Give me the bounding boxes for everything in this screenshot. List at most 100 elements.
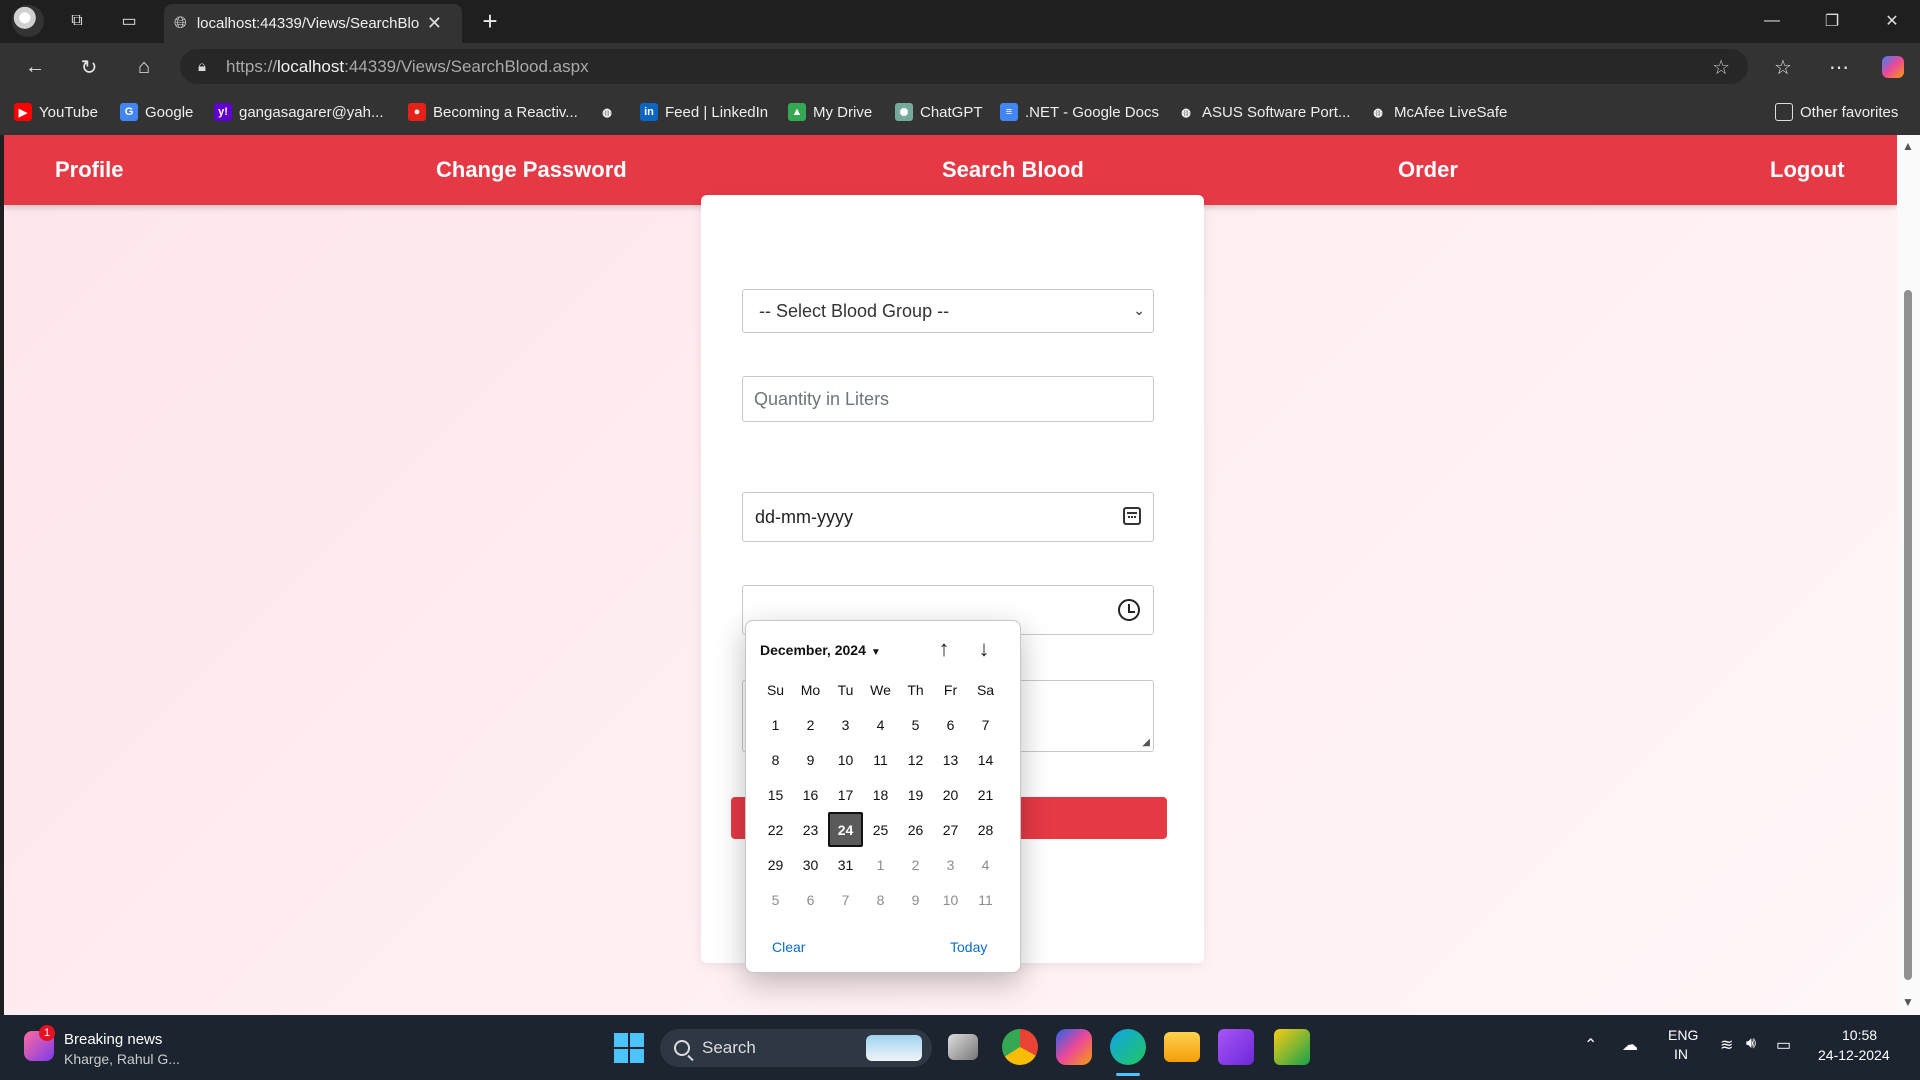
calendar-day[interactable]: 23: [793, 812, 828, 847]
favorite-item-6[interactable]: ▲ My Drive: [788, 101, 872, 123]
calendar-day[interactable]: 21: [968, 777, 1003, 812]
workspaces-icon[interactable]: ⧉: [59, 3, 95, 39]
favorite-item-9[interactable]: ◍ ASUS Software Port...: [1177, 101, 1350, 123]
favorite-item-0[interactable]: ▶ YouTube: [14, 101, 98, 123]
favorite-item-8[interactable]: ≡ .NET - Google Docs: [1000, 101, 1159, 123]
calendar-day[interactable]: 15: [758, 777, 793, 812]
calendar-day[interactable]: 26: [898, 812, 933, 847]
battery-icon[interactable]: ▭: [1776, 1035, 1791, 1055]
language-top[interactable]: ENG: [1668, 1027, 1698, 1043]
taskbar-search-box[interactable]: Search: [660, 1029, 932, 1067]
favorite-item-1[interactable]: G Google: [120, 101, 193, 123]
calendar-day[interactable]: 9: [793, 742, 828, 777]
nav-change-password-link[interactable]: Change Password: [436, 157, 627, 183]
show-hidden-icons-chevron-icon[interactable]: ⌃: [1584, 1035, 1597, 1055]
calendar-day[interactable]: 29: [758, 847, 793, 882]
minimize-icon[interactable]: —: [1752, 6, 1792, 36]
calendar-day[interactable]: 4: [863, 707, 898, 742]
calendar-day-other-month[interactable]: 4: [968, 847, 1003, 882]
clock-time[interactable]: 10:58: [1842, 1027, 1877, 1043]
back-icon[interactable]: ←: [18, 51, 52, 83]
windows-start-icon[interactable]: [610, 1029, 646, 1065]
calendar-day-other-month[interactable]: 10: [933, 882, 968, 917]
calendar-day[interactable]: 10: [828, 742, 863, 777]
calendar-day[interactable]: 11: [863, 742, 898, 777]
calendar-day-other-month[interactable]: 6: [793, 882, 828, 917]
active-tab[interactable]: 🌐︎ localhost:44339/Views/SearchBlo ✕: [164, 4, 462, 43]
nav-search-blood-link[interactable]: Search Blood: [942, 157, 1084, 183]
favorite-item-3[interactable]: ● Becoming a Reactiv...: [408, 101, 578, 123]
close-tab-icon[interactable]: ✕: [427, 13, 442, 34]
more-menu-icon[interactable]: ⋯: [1822, 51, 1856, 83]
calendar-day[interactable]: 27: [933, 812, 968, 847]
favorites-icon[interactable]: ☆: [1766, 51, 1800, 83]
calendar-day-other-month[interactable]: 7: [828, 882, 863, 917]
calendar-day-other-month[interactable]: 1: [863, 847, 898, 882]
tool-app-icon[interactable]: [1274, 1029, 1310, 1065]
favorite-item-4[interactable]: ◍: [598, 101, 623, 123]
clock-icon[interactable]: [1118, 599, 1140, 621]
calendar-day[interactable]: 25: [863, 812, 898, 847]
file-explorer-icon[interactable]: [1164, 1032, 1200, 1062]
home-icon[interactable]: ⌂: [127, 51, 161, 83]
scroll-down-arrow-icon[interactable]: ▼: [1902, 995, 1914, 1009]
favorite-item-7[interactable]: ✺ ChatGPT: [895, 101, 983, 123]
language-bottom[interactable]: IN: [1674, 1046, 1688, 1062]
vertical-tabs-icon[interactable]: ▭: [111, 3, 147, 39]
scrollbar-thumb[interactable]: [1904, 290, 1912, 980]
calendar-day[interactable]: 30: [793, 847, 828, 882]
other-favorites-folder[interactable]: Other favorites: [1775, 101, 1898, 123]
calendar-day[interactable]: 12: [898, 742, 933, 777]
news-title[interactable]: Breaking news: [64, 1031, 162, 1048]
edge-icon[interactable]: [1110, 1029, 1146, 1065]
calendar-day-other-month[interactable]: 2: [898, 847, 933, 882]
restore-icon[interactable]: ❐: [1812, 6, 1852, 36]
clear-date-button[interactable]: Clear: [772, 939, 805, 955]
calendar-day-other-month[interactable]: 9: [898, 882, 933, 917]
calendar-day-other-month[interactable]: 11: [968, 882, 1003, 917]
calendar-day[interactable]: 14: [968, 742, 1003, 777]
calendar-day[interactable]: 22: [758, 812, 793, 847]
month-year-selector[interactable]: December, 2024 ▼: [760, 642, 881, 658]
today-button[interactable]: Today: [950, 939, 987, 955]
visual-studio-icon[interactable]: [1218, 1029, 1254, 1065]
favorite-item-10[interactable]: ◍ McAfee LiveSafe: [1369, 101, 1507, 123]
chrome-icon[interactable]: [1002, 1029, 1038, 1065]
calendar-day[interactable]: 16: [793, 777, 828, 812]
copilot-app-icon[interactable]: [1056, 1029, 1092, 1065]
blood-group-select[interactable]: -- Select Blood Group -- ⌄: [742, 289, 1154, 333]
browser-profile-avatar[interactable]: [12, 5, 44, 37]
next-month-arrow-icon[interactable]: ↓: [970, 635, 998, 663]
nav-profile-link[interactable]: Profile: [55, 157, 123, 183]
calendar-day[interactable]: 3: [828, 707, 863, 742]
new-tab-icon[interactable]: +: [472, 3, 508, 39]
volume-icon[interactable]: 🔊︎: [1746, 1035, 1756, 1053]
lock-icon[interactable]: 🔒︎: [198, 58, 206, 75]
calendar-icon[interactable]: [1123, 507, 1141, 525]
address-bar[interactable]: 🔒︎ https://localhost:44339/Views/SearchB…: [180, 49, 1748, 84]
calendar-day-other-month[interactable]: 3: [933, 847, 968, 882]
calendar-day-other-month[interactable]: 8: [863, 882, 898, 917]
previous-month-arrow-icon[interactable]: ↑: [930, 635, 958, 663]
nav-order-link[interactable]: Order: [1398, 157, 1458, 183]
calendar-day[interactable]: 18: [863, 777, 898, 812]
favorite-item-5[interactable]: in Feed | LinkedIn: [640, 101, 768, 123]
scroll-up-arrow-icon[interactable]: ▲: [1902, 139, 1914, 153]
calendar-day[interactable]: 2: [793, 707, 828, 742]
date-input[interactable]: dd-mm-yyyy: [742, 492, 1154, 542]
calendar-day[interactable]: 17: [828, 777, 863, 812]
favorite-star-icon[interactable]: ☆: [1712, 55, 1730, 80]
calendar-day[interactable]: 20: [933, 777, 968, 812]
resize-handle-icon[interactable]: ◢: [1142, 737, 1150, 748]
close-window-icon[interactable]: ✕: [1872, 6, 1912, 36]
task-view-icon[interactable]: [948, 1034, 978, 1060]
calendar-day[interactable]: 1: [758, 707, 793, 742]
calendar-day[interactable]: 6: [933, 707, 968, 742]
calendar-day-selected[interactable]: 24: [828, 812, 863, 847]
calendar-day[interactable]: 8: [758, 742, 793, 777]
vertical-scrollbar[interactable]: ▲ ▼: [1897, 135, 1920, 1015]
calendar-day[interactable]: 28: [968, 812, 1003, 847]
calendar-day[interactable]: 13: [933, 742, 968, 777]
calendar-day[interactable]: 5: [898, 707, 933, 742]
wifi-icon[interactable]: ≋: [1720, 1035, 1733, 1055]
